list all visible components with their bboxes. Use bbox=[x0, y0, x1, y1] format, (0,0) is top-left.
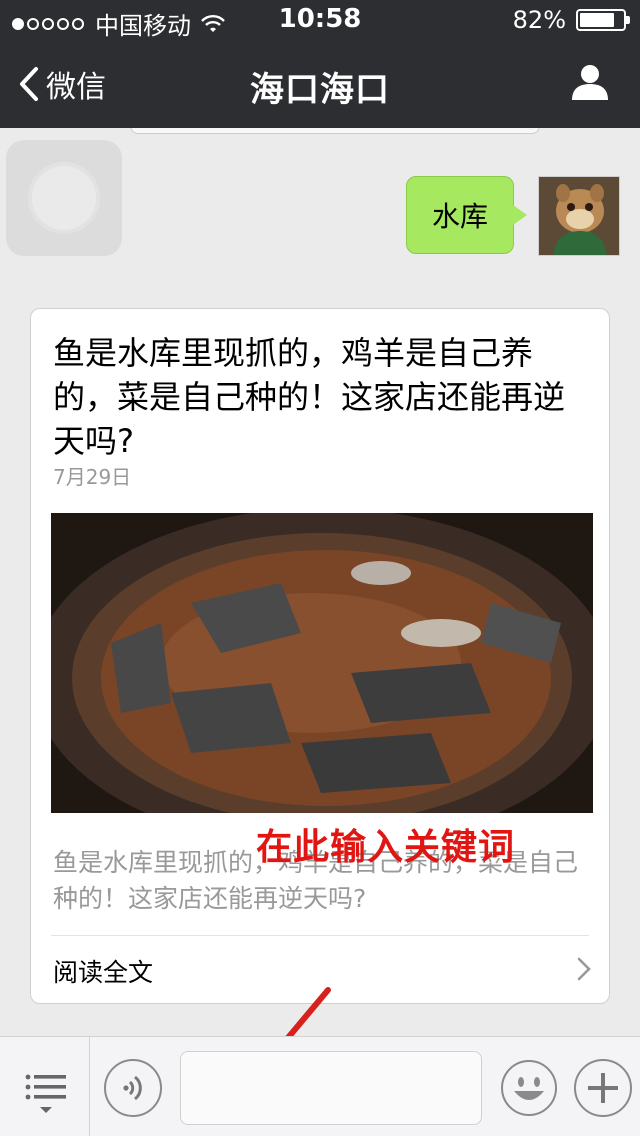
battery-fill bbox=[580, 13, 615, 27]
battery-percent: 82% bbox=[512, 6, 566, 34]
chat-title: 海口海口 bbox=[250, 70, 390, 110]
menu-list-icon bbox=[25, 1074, 66, 1113]
emoji-button[interactable] bbox=[500, 1059, 558, 1117]
more-options-button[interactable] bbox=[574, 1059, 632, 1117]
my-message-bubble[interactable]: 水库 bbox=[406, 176, 527, 254]
previous-message-edge bbox=[130, 128, 540, 134]
menu-toggle-button[interactable] bbox=[0, 1037, 90, 1136]
battery-icon bbox=[576, 9, 630, 31]
chevron-right-icon bbox=[577, 957, 591, 981]
my-avatar[interactable] bbox=[538, 176, 620, 256]
voice-icon bbox=[123, 1075, 142, 1101]
article-date: 7月29日 bbox=[53, 465, 132, 489]
article-card[interactable]: 鱼是水库里现抓的，鸡羊是自己养的，菜是自己种的！这家店还能再逆天吗? 7月29日… bbox=[30, 308, 610, 1004]
input-bar bbox=[0, 1036, 640, 1136]
chipmunk-avatar-icon bbox=[539, 177, 619, 255]
plus-icon bbox=[588, 1073, 618, 1103]
emoji-icon bbox=[501, 1060, 557, 1116]
article-cover-image[interactable] bbox=[51, 513, 593, 813]
annotation-text: 在此输入关键词 bbox=[256, 827, 516, 868]
chat-area: 水库 鱼是水库里现抓的，鸡羊是自己养的，菜是自己种的！这家店还能再逆天吗? 7月… bbox=[0, 128, 640, 1036]
user-icon[interactable] bbox=[570, 62, 610, 102]
article-title[interactable]: 鱼是水库里现抓的，鸡羊是自己养的，菜是自己种的！这家店还能再逆天吗? bbox=[53, 331, 583, 463]
read-full-label: 阅读全文 bbox=[53, 958, 154, 987]
status-bar: 中国移动 10:58 82% bbox=[0, 0, 640, 40]
avatar-placeholder-icon bbox=[28, 162, 100, 234]
fish-stew-photo bbox=[51, 513, 593, 813]
nav-bar: 微信 海口海口 bbox=[0, 40, 640, 128]
message-input[interactable] bbox=[180, 1051, 482, 1125]
my-message-text: 水库 bbox=[431, 200, 488, 233]
voice-button[interactable] bbox=[104, 1059, 162, 1117]
card-divider bbox=[51, 935, 589, 936]
status-right: 82% bbox=[512, 6, 630, 34]
official-account-avatar[interactable] bbox=[6, 140, 122, 256]
